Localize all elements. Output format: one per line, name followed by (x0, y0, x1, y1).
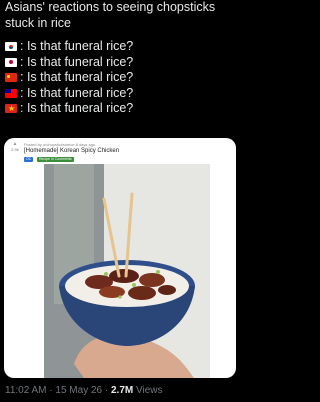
cn-flag-icon (5, 73, 17, 82)
vote-count: 2.9k (11, 147, 19, 152)
tweet-line-taiwan: : Is that funeral rice? (5, 86, 237, 102)
jp-flag-icon (5, 57, 17, 67)
views-count: 2.7M (111, 385, 134, 396)
post-meta: Posted by u/chopsticksinrice 8 days ago (24, 142, 96, 147)
post-title: [Homemade] Korean Spicy Chicken (24, 148, 120, 154)
kr-flag-icon (5, 42, 17, 51)
vote-column: ▲ 2.9k (10, 142, 20, 153)
tweet-media-image[interactable]: ▲ 2.9k Posted by u/chopsticksinrice 8 da… (4, 138, 236, 378)
views-label: Views (133, 385, 163, 396)
post-flair-oc: OC (24, 157, 34, 162)
tw-flag-icon (5, 88, 17, 98)
post-flair-recipe: Recipe In Comments (37, 157, 74, 162)
tweet-line-china: : Is that funeral rice? (5, 70, 237, 86)
reddit-post-header: ▲ 2.9k Posted by u/chopsticksinrice 8 da… (10, 142, 230, 166)
tweet-headline: Asians' reactions to seeing chopsticks (5, 0, 216, 14)
tweet-line-vietnam: : Is that funeral rice? (5, 101, 237, 117)
vn-flag-icon (5, 104, 17, 113)
rice-bowl-photo-illustration (44, 164, 210, 378)
tweet-time[interactable]: 11:02 AM (5, 385, 47, 396)
tweet-text: Asians' reactions to seeing chopsticks s… (5, 0, 237, 117)
tweet-line-text: : Is that funeral rice? (20, 54, 134, 69)
meta-separator: · (102, 385, 111, 396)
tweet-meta: 11:02 AM · 15 May 26 · 2.7M Views (5, 385, 163, 396)
tweet-line-japan: : Is that funeral rice? (5, 55, 237, 71)
tweet-line-text: : Is that funeral rice? (20, 101, 134, 115)
tweet-date[interactable]: 15 May 26 (55, 385, 102, 396)
tweet-line-text: : Is that funeral rice? (20, 39, 134, 53)
tweet-line-text: : Is that funeral rice? (20, 70, 134, 84)
tweet-line-korea: : Is that funeral rice? (5, 39, 237, 55)
tweet-headline-2: stuck in rice (5, 15, 71, 30)
food-photo (44, 164, 210, 378)
tweet-line-text: : Is that funeral rice? (20, 85, 134, 100)
